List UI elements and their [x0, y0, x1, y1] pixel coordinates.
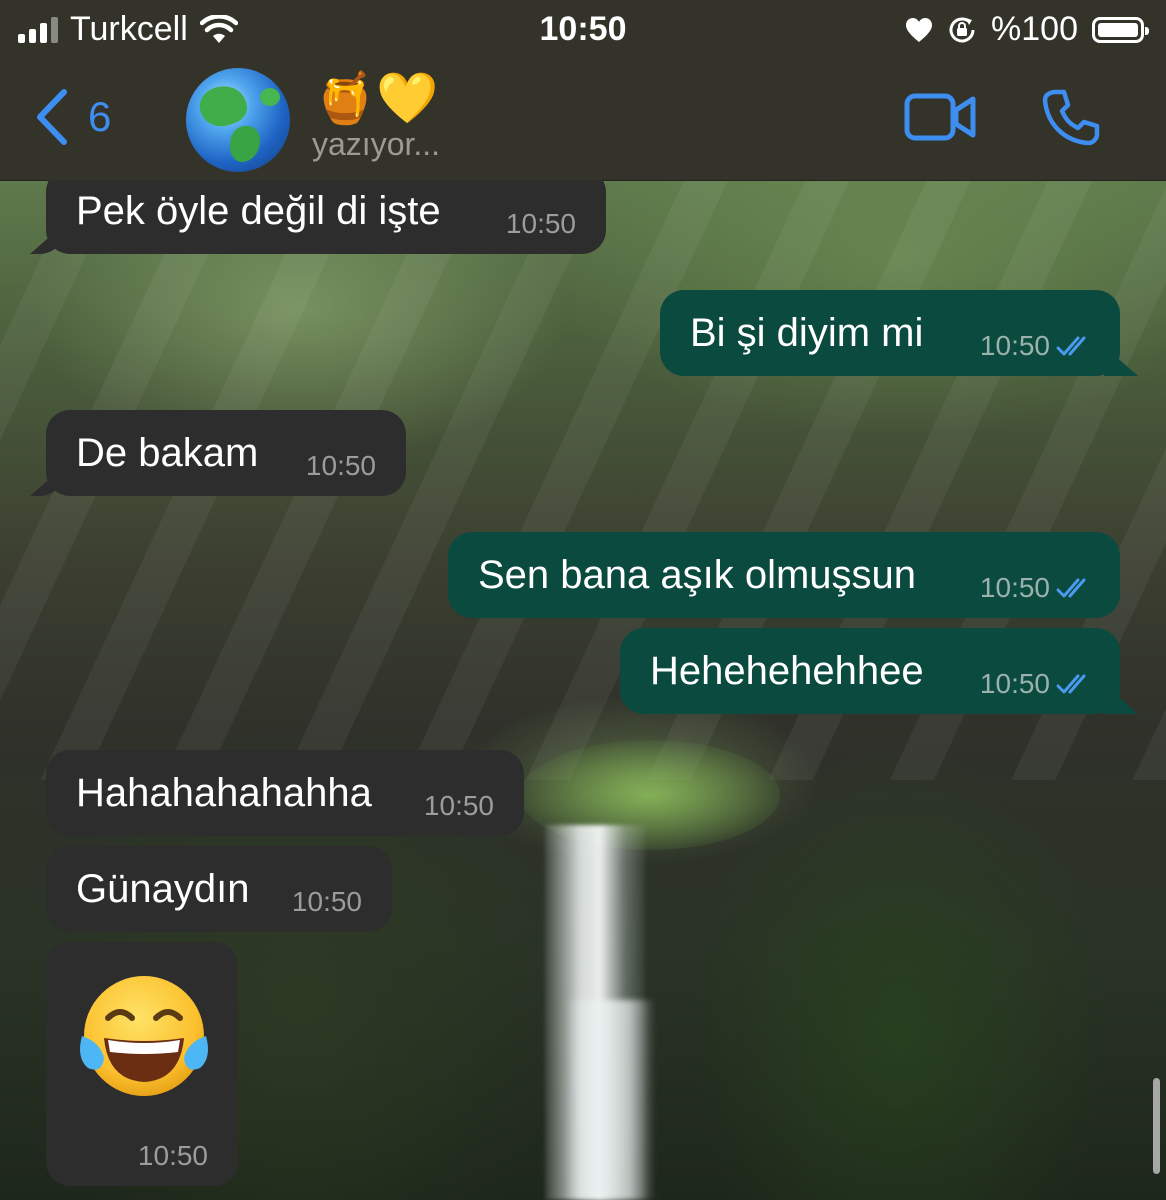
- message-text: De bakam: [76, 430, 259, 475]
- message-time: 10:50: [979, 572, 1050, 603]
- message-list[interactable]: Pek öyle değil di işte 10:50 Bi şi diyim…: [0, 180, 1166, 1200]
- message-incoming[interactable]: Hahahahahahha 10:50: [46, 750, 524, 836]
- tears-of-joy-emoji: [80, 976, 208, 1096]
- message-time: 10:50: [979, 668, 1050, 699]
- message-text: Günaydın: [76, 866, 250, 911]
- message-time: 10:50: [979, 330, 1050, 361]
- phone-icon[interactable]: [1042, 88, 1100, 146]
- unread-count: 6: [88, 93, 112, 140]
- message-time: 10:50: [291, 886, 362, 917]
- read-ticks-icon: [1056, 578, 1086, 598]
- message-text: Sen bana aşık olmuşsun: [478, 552, 917, 597]
- message-time: 10:50: [137, 1140, 208, 1171]
- rotation-lock-icon: [949, 17, 975, 42]
- message-text: Hahahahahahha: [76, 770, 372, 815]
- message-incoming[interactable]: De bakam 10:50: [46, 410, 406, 496]
- message-outgoing[interactable]: Hehehehehhee 10:50: [620, 628, 1120, 714]
- battery-icon: [1092, 16, 1149, 43]
- avatar[interactable]: [186, 68, 290, 172]
- battery-percent: %100: [991, 10, 1078, 48]
- message-text: Hehehehehhee: [650, 648, 924, 693]
- read-ticks-icon: [1056, 674, 1086, 694]
- chat-header: 6 🍯💛 yazıyor...: [0, 60, 1166, 181]
- typing-status: yazıyor...: [312, 126, 441, 162]
- read-ticks-icon: [1056, 336, 1086, 356]
- message-text: Bi şi diyim mi: [690, 310, 924, 355]
- message-time: 10:50: [505, 208, 576, 239]
- message-incoming[interactable]: Günaydın 10:50: [46, 846, 392, 932]
- message-incoming[interactable]: Pek öyle değil di işte 10:50: [46, 180, 606, 254]
- message-outgoing[interactable]: Bi şi diyim mi 10:50: [660, 290, 1120, 376]
- message-time: 10:50: [305, 450, 376, 481]
- heart-icon: [906, 17, 933, 42]
- contact-name[interactable]: 🍯💛: [314, 68, 439, 128]
- back-button[interactable]: 6: [34, 88, 111, 146]
- video-call-icon[interactable]: [904, 92, 976, 142]
- status-bar: Turkcell 10:50 %100: [0, 0, 1166, 60]
- scrollbar[interactable]: [1153, 1078, 1160, 1174]
- message-text: Pek öyle değil di işte: [76, 188, 441, 233]
- message-incoming-emoji[interactable]: 10:50: [46, 942, 238, 1186]
- message-outgoing[interactable]: Sen bana aşık olmuşsun 10:50: [448, 532, 1120, 618]
- message-time: 10:50: [423, 790, 494, 821]
- back-chevron-icon: [37, 89, 67, 145]
